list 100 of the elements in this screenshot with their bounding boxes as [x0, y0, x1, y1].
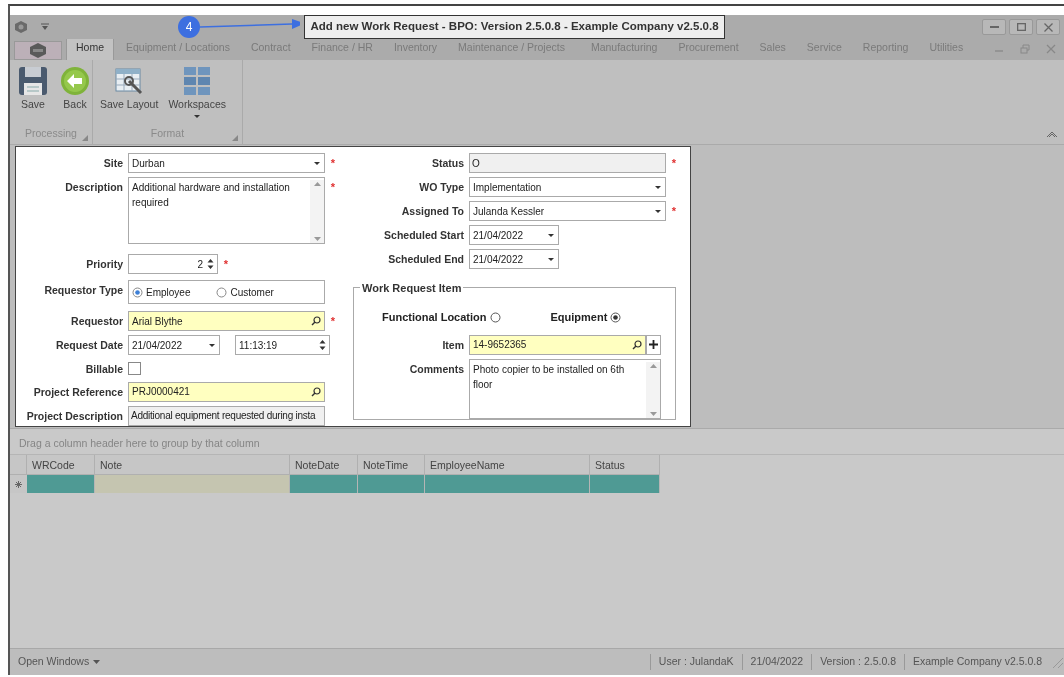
launcher-icon[interactable] — [232, 135, 238, 141]
field-label: Status — [430, 156, 465, 171]
dropdown-caret-icon[interactable] — [208, 341, 216, 349]
dropdown-field[interactable]: Durban — [128, 153, 325, 173]
lookup-field[interactable]: Arial Blythe — [128, 311, 325, 331]
field-label: Requestor Type — [43, 283, 124, 298]
group-panel-hint: Drag a column header here to group by that column — [18, 436, 261, 451]
maximize-icon — [1016, 23, 1026, 31]
time-field[interactable]: 11:13:19 — [235, 335, 330, 355]
readonly-field: O — [469, 153, 666, 173]
spin-field[interactable]: 2 — [128, 254, 218, 274]
table-cell[interactable] — [95, 475, 290, 493]
checkbox[interactable] — [128, 362, 141, 375]
table-cell[interactable] — [27, 475, 95, 493]
spin-arrows-icon[interactable] — [319, 339, 326, 351]
text-area[interactable]: Additional hardware and installation required — [128, 177, 325, 244]
dropdown-caret-icon[interactable] — [547, 255, 555, 263]
status-text: Version : 2.5.0.8 — [811, 654, 904, 670]
column-header[interactable]: NoteTime — [358, 455, 425, 475]
column-header[interactable]: WRCode — [27, 455, 95, 475]
dropdown-caret-icon[interactable] — [313, 159, 321, 167]
scroll-up-icon — [313, 182, 321, 186]
radio-button[interactable] — [610, 311, 622, 323]
field-label: Priority — [85, 257, 124, 272]
field-label: Site — [102, 156, 124, 171]
logo-icon — [29, 42, 47, 59]
spin-arrows-icon[interactable] — [207, 258, 214, 270]
field-label: Scheduled Start — [383, 228, 465, 243]
field-label: Assigned To — [400, 204, 465, 219]
ribbon-button[interactable]: Save — [14, 63, 52, 119]
dropdown-field[interactable]: 21/04/2022 — [469, 249, 559, 269]
required-marker: * — [329, 156, 337, 171]
required-marker: * — [329, 314, 337, 329]
minimize-icon — [989, 26, 999, 28]
window-title: Add new Work Request - BPO: Version 2.5.0.8 - Example Company v2.5.0.8 — [304, 15, 725, 39]
radio-label: Equipment — [550, 310, 608, 325]
column-header[interactable]: Status — [590, 455, 660, 475]
save-icon — [17, 65, 49, 97]
field-label: Billable — [84, 362, 124, 377]
maximize-button[interactable] — [1009, 19, 1033, 35]
text-area[interactable]: Photo copier to be installed on 6th floor — [469, 358, 661, 419]
required-marker: * — [222, 257, 230, 272]
column-header[interactable]: EmployeeName — [425, 455, 590, 475]
app-icon — [14, 20, 28, 34]
date-field[interactable]: 21/04/2022 — [128, 335, 220, 355]
table-cell[interactable] — [358, 475, 425, 493]
ribbon-button[interactable]: Back — [56, 63, 94, 119]
dropdown-field[interactable]: 21/04/2022 — [469, 225, 559, 245]
ribbon-button[interactable]: Workspaces — [165, 63, 229, 119]
dropdown-field[interactable]: Julanda Kessler — [469, 201, 666, 221]
table-cell[interactable] — [425, 475, 590, 493]
column-header[interactable]: NoteDate — [290, 455, 358, 475]
lookup-field[interactable]: PRJ0000421 — [128, 381, 325, 402]
close-button[interactable] — [1036, 19, 1060, 35]
lookup-field[interactable]: 14-9652365 — [469, 334, 646, 355]
status-text: User : JulandaK — [649, 654, 742, 670]
required-marker: * — [670, 156, 678, 171]
field-label: Comments — [408, 361, 465, 377]
search-icon[interactable] — [311, 386, 321, 397]
table-cell[interactable] — [590, 475, 660, 493]
radio-label: Employee — [146, 285, 191, 300]
search-icon[interactable] — [311, 316, 321, 326]
launcher-icon[interactable] — [82, 135, 88, 141]
open-windows-menu[interactable]: Open Windows — [18, 654, 101, 670]
collapse-ribbon-icon[interactable] — [1046, 130, 1058, 138]
dropdown-caret-icon[interactable] — [654, 183, 662, 191]
add-button[interactable] — [646, 334, 661, 355]
field-label: Description — [64, 180, 124, 195]
status-text: 21/04/2022 — [741, 654, 812, 670]
field-label: WO Type — [418, 180, 465, 195]
dropdown-arrow-icon[interactable] — [40, 23, 50, 31]
field-label: Item — [441, 337, 465, 353]
new-row-icon — [15, 480, 22, 488]
radio-label: Customer — [230, 285, 274, 300]
radio-label: Functional Location — [382, 310, 487, 325]
app-menu-button[interactable] — [14, 41, 62, 60]
readonly-field: Additional equipment requested during insta — [128, 405, 325, 426]
dropdown-field[interactable]: Implementation — [469, 177, 666, 197]
required-marker: * — [670, 204, 678, 219]
search-icon[interactable] — [632, 339, 642, 350]
dropdown-caret-icon — [93, 659, 101, 665]
radio-button[interactable] — [216, 286, 228, 298]
table-cell[interactable] — [290, 475, 358, 493]
dropdown-caret-icon[interactable] — [654, 207, 662, 215]
column-header[interactable]: Note — [95, 455, 290, 475]
status-text: Example Company v2.5.0.8 — [904, 654, 1050, 670]
size-grip-icon — [1050, 655, 1064, 669]
ribbon-button[interactable]: Save Layout — [97, 63, 162, 119]
field-label: Scheduled End — [387, 252, 465, 267]
step-callout: 4 — [178, 16, 200, 38]
field-label: Request Date — [54, 338, 124, 353]
radio-button[interactable] — [489, 311, 501, 323]
dropdown-caret-icon — [193, 112, 202, 119]
field-label: Project Description — [25, 408, 124, 424]
minimize-button[interactable] — [982, 19, 1006, 35]
required-marker: * — [329, 180, 337, 195]
radio-button[interactable] — [132, 286, 143, 298]
scroll-down-icon — [649, 411, 657, 416]
dropdown-caret-icon[interactable] — [547, 231, 555, 239]
close-icon — [1043, 22, 1053, 32]
